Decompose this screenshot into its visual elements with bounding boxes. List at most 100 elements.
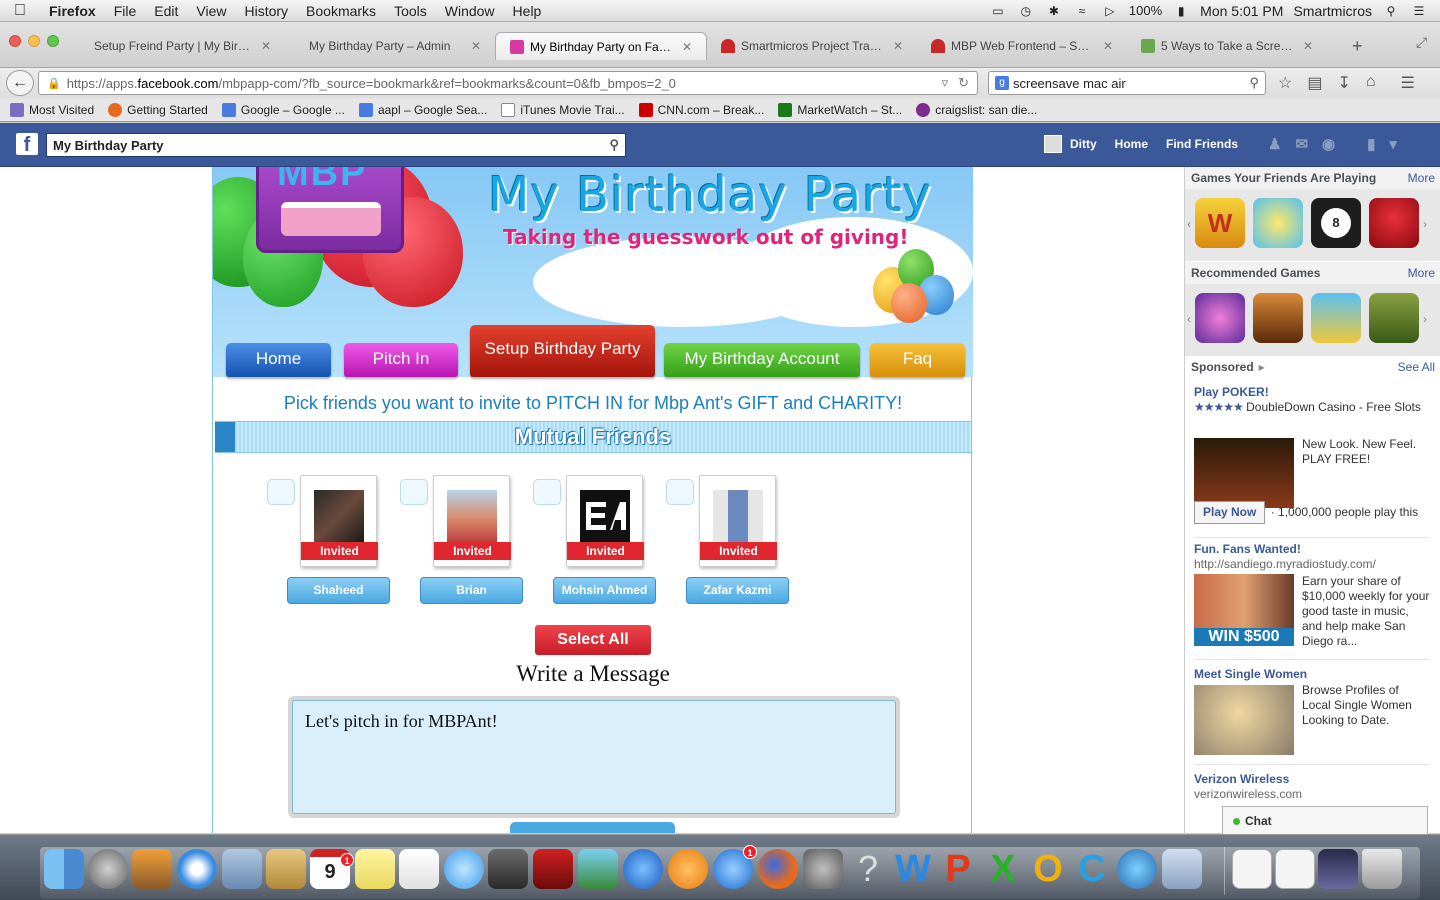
friend-photo-card[interactable]: Invited (699, 475, 777, 567)
message-textarea[interactable]: Let's pitch in for MBPAnt! (292, 700, 896, 814)
play-now-button[interactable]: Play Now (1194, 501, 1266, 524)
menu-history[interactable]: History (235, 3, 297, 19)
url-bar[interactable]: 🔒 https://apps. facebook.com/mbpapp-com/?… (38, 71, 978, 95)
ad-image[interactable]: WIN $500 (1194, 574, 1294, 646)
close-tab-icon[interactable]: ✕ (1303, 39, 1313, 53)
menu-file[interactable]: File (105, 3, 146, 19)
ibooks-icon[interactable] (668, 849, 708, 889)
safari-icon[interactable] (177, 849, 217, 889)
angry-birds-icon[interactable] (1369, 198, 1419, 248)
friend-checkbox[interactable] (267, 479, 295, 505)
bookmark-marketwatch[interactable]: MarketWatch – St... (778, 102, 902, 117)
url-dropdown-icon[interactable]: ▿ (942, 75, 949, 91)
time-machine-icon[interactable]: ◷ (1017, 4, 1035, 18)
close-tab-icon[interactable]: ✕ (682, 40, 692, 54)
menu-icon[interactable]: ☰ (1401, 73, 1415, 93)
calendar-icon[interactable]: 91 (310, 849, 354, 889)
friend-checkbox[interactable] (400, 479, 428, 505)
communicator-icon[interactable]: C (1072, 849, 1112, 889)
pool-8-ball-icon[interactable]: 8 (1311, 198, 1361, 248)
downloads-icon[interactable]: ↧ (1337, 73, 1350, 93)
apple-icon[interactable]:  (0, 2, 40, 20)
search-icon[interactable]: ⚲ (609, 137, 619, 153)
app-store-icon[interactable]: 1 (713, 845, 757, 889)
ad-image[interactable] (1194, 685, 1294, 755)
facebook-search-input[interactable]: My Birthday Party (53, 138, 164, 153)
lock-icon[interactable]: 🔒 (47, 77, 61, 90)
ad-title[interactable]: Fun. Fans Wanted! (1194, 542, 1430, 557)
reminders-icon[interactable] (399, 849, 439, 889)
document-doc-icon[interactable] (1232, 849, 1272, 889)
facetime-icon[interactable] (488, 849, 528, 889)
words-with-friends-icon[interactable]: W (1195, 198, 1245, 248)
account-chevron-down-icon[interactable]: ▾ (1389, 135, 1397, 153)
close-tab-icon[interactable]: ✕ (1103, 39, 1113, 53)
nav-faq-button[interactable]: Faq (870, 343, 965, 377)
bookmark-google[interactable]: Google – Google ... (221, 102, 345, 117)
nav-my-account-button[interactable]: My Birthday Account (664, 343, 860, 377)
bookmark-craigslist[interactable]: craigslist: san die... (916, 102, 1037, 117)
ad-url[interactable]: http://sandiego.myradiostudy.com/ (1194, 557, 1430, 572)
new-tab-button[interactable]: + (1352, 36, 1363, 57)
menu-tools[interactable]: Tools (385, 3, 436, 19)
nav-setup-party-button[interactable]: Setup Birthday Party (470, 325, 655, 377)
iphoto-icon[interactable] (578, 849, 618, 889)
fullscreen-icon[interactable]: ⤢ (1416, 34, 1427, 51)
profile-link[interactable]: Ditty (1070, 137, 1097, 151)
home-link[interactable]: Home (1115, 137, 1148, 151)
tab-project-tracker[interactable]: Smartmicros Project Track... ✕ (707, 32, 917, 60)
reload-icon[interactable]: ↻ (958, 75, 969, 91)
chevron-right-icon[interactable]: › (1423, 312, 1427, 326)
close-window-button[interactable] (9, 35, 21, 47)
bluetooth-icon[interactable]: ✱ (1045, 4, 1063, 18)
launchpad-icon[interactable] (88, 849, 128, 889)
tab-screenshots[interactable]: 5 Ways to Take a Screens... ✕ (1127, 32, 1327, 60)
friend-name-button[interactable]: Brian (420, 577, 523, 604)
photo-booth-icon[interactable] (533, 849, 573, 889)
contacts-icon[interactable] (266, 849, 306, 889)
ad-title[interactable]: Play POKER! (1194, 385, 1430, 400)
google-engine-icon[interactable]: g (995, 76, 1009, 90)
facebook-logo-icon[interactable]: f (16, 133, 38, 156)
friend-name-button[interactable]: Shaheed (287, 577, 390, 604)
spotlight-icon[interactable]: ⚲ (1382, 4, 1400, 18)
friend-photo-card[interactable]: Invited (433, 475, 511, 567)
back-button[interactable]: ← (6, 70, 34, 96)
trash-icon[interactable] (1362, 849, 1402, 889)
ad-url[interactable]: verizonwireless.com (1194, 787, 1430, 802)
wifi-icon[interactable]: ≈ (1073, 4, 1091, 18)
find-friends-link[interactable]: Find Friends (1166, 137, 1238, 151)
bubble-witch-icon[interactable] (1195, 293, 1245, 343)
friend-name-button[interactable]: Mohsin Ahmed (553, 577, 656, 604)
bookmarks-list-icon[interactable]: ▤ (1307, 73, 1322, 93)
screenshot-icon[interactable] (1318, 849, 1358, 889)
notes-icon[interactable] (355, 849, 395, 889)
notification-center-icon[interactable]: ☰ (1410, 4, 1428, 18)
menu-help[interactable]: Help (504, 3, 551, 19)
volume-icon[interactable]: ▷ (1101, 4, 1119, 18)
menu-window[interactable]: Window (436, 3, 504, 19)
web-search-box[interactable]: g screensave mac air ⚲ (988, 71, 1266, 95)
send-invite-button[interactable] (510, 822, 675, 833)
tab-mbp-facebook[interactable]: My Birthday Party on Face... ✕ (495, 32, 707, 60)
nav-pitch-in-button[interactable]: Pitch In (344, 343, 458, 377)
outlook-icon[interactable]: O (1028, 849, 1068, 889)
close-tab-icon[interactable]: ✕ (471, 39, 481, 53)
powerpoint-icon[interactable]: P (938, 849, 978, 889)
minimize-window-button[interactable] (28, 35, 40, 47)
mission-control-icon[interactable] (132, 849, 172, 889)
close-tab-icon[interactable]: ✕ (893, 39, 903, 53)
ad-title[interactable]: Meet Single Women (1194, 667, 1430, 682)
select-all-button[interactable]: Select All (535, 625, 651, 655)
preview-icon[interactable] (1162, 849, 1202, 889)
ad-image[interactable] (1194, 438, 1294, 508)
battery-icon[interactable]: ▮ (1172, 4, 1190, 18)
airplay-icon[interactable]: ▭ (989, 4, 1007, 18)
privacy-lock-icon[interactable]: ▮ (1367, 135, 1375, 153)
bookmark-cnn[interactable]: CNN.com – Break... (638, 102, 764, 117)
ad-title[interactable]: Verizon Wireless (1194, 772, 1430, 787)
itunes-icon[interactable] (623, 849, 663, 889)
messages-icon[interactable]: ✉ (1295, 135, 1308, 153)
bookmark-itunes[interactable]: iTunes Movie Trai... (501, 102, 625, 117)
search-icon[interactable]: ⚲ (1249, 75, 1259, 91)
